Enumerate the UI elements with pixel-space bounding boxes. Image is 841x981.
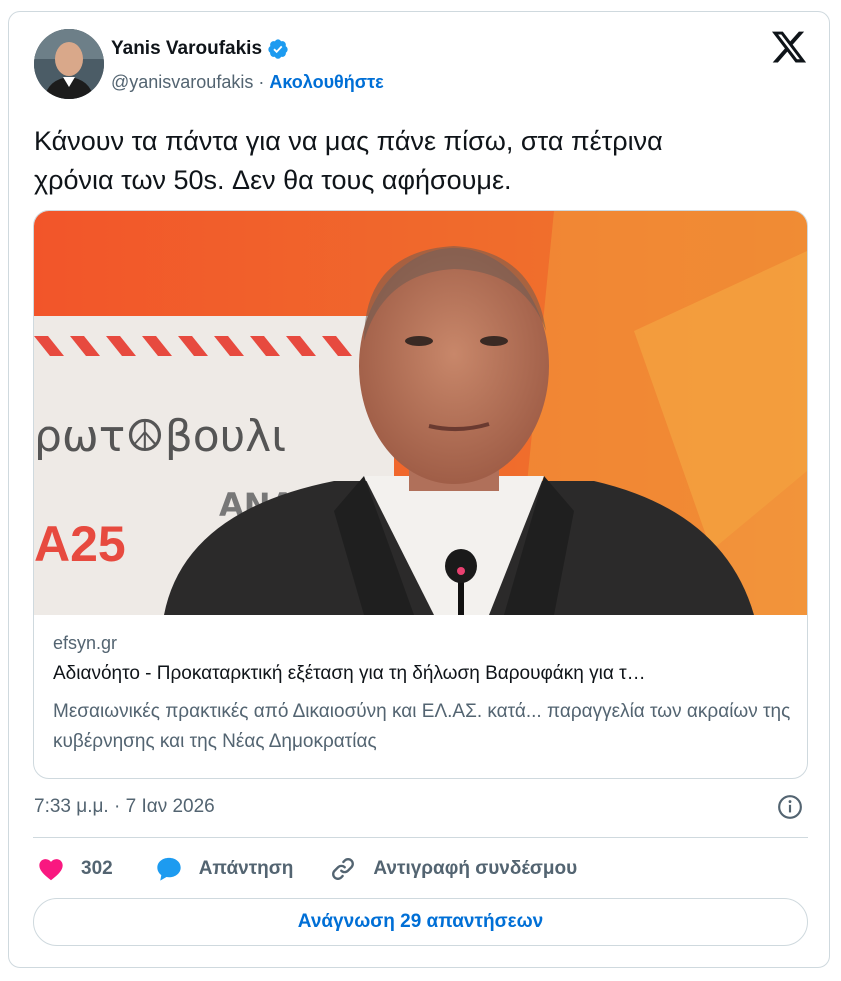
copy-link-button[interactable]: Αντιγραφή συνδέσμου	[329, 855, 577, 883]
x-logo-icon[interactable]	[770, 28, 808, 66]
banner-text: ρωτ☮βουλι	[34, 411, 286, 462]
info-icon[interactable]	[777, 794, 803, 820]
tweet-timestamp[interactable]: 7:33 μ.μ. · 7 Ιαν 2026	[34, 796, 215, 818]
divider	[33, 837, 808, 838]
follow-button[interactable]: Ακολουθήστε	[269, 72, 383, 92]
heart-icon	[39, 859, 63, 881]
author-name[interactable]: Yanis Varoufakis	[111, 38, 262, 60]
avatar[interactable]	[34, 29, 104, 99]
link-title[interactable]: Αδιανόητο - Προκαταρκτική εξέταση για τη…	[53, 663, 793, 697]
author-handle[interactable]: @yanisvaroufakis	[111, 72, 253, 92]
link-preview-card[interactable]: ρωτ☮βουλι ΑΝΑΤ A25 efsyn.gr Αδιανόητο - …	[33, 210, 808, 779]
article-image: ρωτ☮βουλι ΑΝΑΤ A25	[34, 211, 807, 615]
action-bar: 302 Απάντηση Αντιγραφή συνδέσμου	[37, 854, 577, 884]
handle-separator: ·	[253, 72, 270, 92]
link-domain: efsyn.gr	[53, 633, 118, 653]
copy-link-label: Αντιγραφή συνδέσμου	[373, 858, 578, 879]
read-replies-label: Ανάγνωση 29 απαντήσεων	[297, 911, 544, 932]
link-icon	[332, 858, 355, 880]
tweet-embed-card: Yanis Varoufakis @yanisvaroufakis · Ακολ…	[8, 11, 830, 968]
like-button[interactable]: 302	[37, 855, 113, 883]
handle-row: @yanisvaroufakis · Ακολουθήστε	[111, 72, 384, 93]
link-description: Μεσαιωνικές πρακτικές από Δικαιοσύνη και…	[53, 701, 791, 752]
reply-label: Απάντηση	[198, 858, 294, 879]
banner-number: A25	[34, 516, 126, 572]
link-preview-body: efsyn.gr Αδιανόητο - Προκαταρκτική εξέτα…	[53, 633, 793, 757]
reply-button[interactable]: Απάντηση	[155, 855, 294, 883]
read-replies-button[interactable]: Ανάγνωση 29 απαντήσεων	[33, 898, 808, 946]
like-count: 302	[81, 858, 113, 879]
tweet-text: Κάνουν τα πάντα για να μας πάνε πίσω, στ…	[34, 126, 663, 195]
author-row: Yanis Varoufakis	[111, 38, 289, 60]
verified-badge-icon	[268, 39, 288, 59]
reply-bubble-icon	[157, 857, 181, 881]
